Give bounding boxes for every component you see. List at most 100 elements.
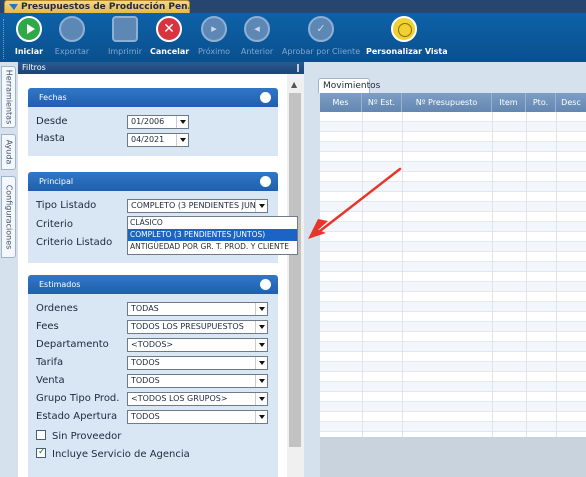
principal-group-header[interactable]: Principal — [28, 172, 278, 191]
fees-label: Fees — [36, 321, 59, 332]
table-row[interactable] — [320, 122, 586, 132]
venta-select[interactable]: TODOS — [127, 374, 268, 388]
side-tab-ayuda[interactable]: Ayuda — [1, 134, 16, 170]
chevron-down-icon — [176, 116, 188, 128]
imprimir-button[interactable]: Imprimir — [106, 16, 144, 60]
column-header-pto[interactable]: Pto. — [526, 93, 556, 112]
table-row[interactable] — [320, 112, 586, 122]
column-header-nro-presupuesto[interactable]: Nº Presupuesto — [402, 93, 492, 112]
table-row[interactable] — [320, 372, 586, 382]
table-row[interactable] — [320, 402, 586, 412]
column-header-item[interactable]: Item — [492, 93, 526, 112]
hasta-select[interactable]: 04/2021 — [127, 133, 189, 147]
movimientos-grid: Mes Nº Est. Nº Presupuesto Item Pto. Des… — [320, 93, 586, 477]
venta-label: Venta — [36, 375, 65, 386]
personalizar-vista-button[interactable]: Personalizar Vista — [366, 16, 448, 60]
tipo-listado-select[interactable]: COMPLETO (3 PENDIENTES JUNTOS) — [127, 199, 268, 213]
app-window: Presupuestos de Producción Pen... Inicia… — [0, 0, 586, 477]
estado-apertura-select[interactable]: TODOS — [127, 410, 268, 424]
column-header-mes[interactable]: Mes — [320, 93, 362, 112]
iniciar-label: Iniciar — [14, 47, 44, 56]
fechas-title: Fechas — [39, 93, 67, 102]
grid-column-divider — [526, 112, 527, 437]
dropdown-option[interactable]: ANTIGÜEDAD POR GR. T. PROD. Y CLIENTE — [128, 241, 297, 253]
filtros-scrollbar[interactable]: ▲ — [287, 74, 304, 477]
exportar-button[interactable]: Exportar — [50, 16, 94, 60]
table-row[interactable] — [320, 132, 586, 142]
table-row[interactable] — [320, 362, 586, 372]
fees-select[interactable]: TODOS LOS PRESUPUESTOS — [127, 320, 268, 334]
table-row[interactable] — [320, 412, 586, 422]
grid-column-divider — [362, 112, 363, 437]
estimados-group: Estimados Ordenes TODAS Fees TODOS LOS P… — [28, 275, 278, 477]
sin-proveedor-label: Sin Proveedor — [52, 431, 122, 442]
chevron-down-icon — [255, 339, 267, 351]
departamento-select[interactable]: <TODOS> — [127, 338, 268, 352]
table-row[interactable] — [320, 142, 586, 152]
table-row[interactable] — [320, 332, 586, 342]
table-row[interactable] — [320, 342, 586, 352]
estimados-group-header[interactable]: Estimados — [28, 275, 278, 294]
table-row[interactable] — [320, 282, 586, 292]
dropdown-option-selected[interactable]: COMPLETO (3 PENDIENTES JUNTOS) — [128, 229, 297, 241]
tab-movimientos[interactable]: Movimientos — [318, 78, 380, 93]
incluye-servicio-agencia-checkbox[interactable]: Incluye Servicio de Agencia — [36, 447, 190, 460]
title-bar: Presupuestos de Producción Pen... — [0, 0, 586, 13]
column-header-desc[interactable]: Desc — [556, 93, 586, 112]
estado-apertura-value: TODOS — [131, 412, 160, 421]
table-row[interactable] — [320, 152, 586, 162]
estimados-title: Estimados — [39, 280, 81, 289]
grid-header: Mes Nº Est. Nº Presupuesto Item Pto. Des… — [320, 93, 586, 112]
sin-proveedor-checkbox[interactable]: Sin Proveedor — [36, 430, 121, 442]
proximo-button[interactable]: ▸ Próximo — [194, 16, 234, 60]
table-row[interactable] — [320, 292, 586, 302]
grupo-tipo-prod-select[interactable]: <TODOS LOS GRUPOS> — [127, 392, 268, 406]
grupo-tipo-prod-value: <TODOS LOS GRUPOS> — [131, 394, 228, 403]
tipo-listado-value: COMPLETO (3 PENDIENTES JUNTOS) — [131, 201, 268, 210]
collapse-icon[interactable] — [260, 176, 271, 187]
collapse-icon[interactable] — [260, 92, 271, 103]
document-tab[interactable]: Presupuestos de Producción Pen... — [4, 0, 190, 13]
filtros-title: Filtros — [22, 63, 46, 72]
tipo-listado-dropdown-list: CLÁSICO COMPLETO (3 PENDIENTES JUNTOS) A… — [127, 216, 298, 255]
desde-label: Desde — [36, 116, 68, 127]
grid-column-divider — [492, 112, 493, 437]
table-row[interactable] — [320, 262, 586, 272]
column-header-nro-est[interactable]: Nº Est. — [362, 93, 402, 112]
table-row[interactable] — [320, 392, 586, 402]
aprobar-por-cliente-button[interactable]: ✓ Aprobar por Cliente — [281, 16, 361, 60]
scroll-up-icon[interactable]: ▲ — [291, 80, 297, 89]
hasta-label: Hasta — [36, 133, 65, 144]
table-row[interactable] — [320, 322, 586, 332]
collapse-icon[interactable] — [260, 279, 271, 290]
table-row[interactable] — [320, 272, 586, 282]
table-row[interactable] — [320, 312, 586, 322]
grid-column-divider — [402, 112, 403, 437]
table-row[interactable] — [320, 302, 586, 312]
anterior-button[interactable]: ◂ Anterior — [238, 16, 276, 60]
ordenes-select[interactable]: TODAS — [127, 302, 268, 316]
approve-icon: ✓ — [308, 16, 334, 42]
side-tab-herramientas[interactable]: Herramientas — [1, 66, 16, 128]
fechas-group-body: Desde 01/2006 Hasta 04/2021 — [28, 107, 278, 156]
tarifa-select[interactable]: TODOS — [127, 356, 268, 370]
table-row[interactable] — [320, 352, 586, 362]
toolbar-grip[interactable] — [3, 19, 6, 59]
checkbox-checked-icon — [36, 447, 46, 458]
side-tab-configuraciones[interactable]: Configuraciones — [1, 176, 16, 258]
fechas-group-header[interactable]: Fechas — [28, 88, 278, 107]
table-row[interactable] — [320, 252, 586, 262]
hasta-value: 04/2021 — [131, 135, 165, 144]
scrollbar-thumb[interactable] — [289, 93, 301, 447]
table-row[interactable] — [320, 422, 586, 432]
customize-view-icon — [391, 16, 417, 42]
grid-body[interactable] — [320, 112, 586, 437]
pin-icon[interactable]: ‖ — [296, 62, 300, 74]
checkbox-icon — [36, 430, 46, 440]
iniciar-button[interactable]: Iniciar — [14, 16, 44, 60]
proximo-label: Próximo — [197, 47, 231, 56]
cancelar-button[interactable]: ✕ Cancelar — [150, 16, 189, 60]
desde-select[interactable]: 01/2006 — [127, 115, 189, 129]
table-row[interactable] — [320, 382, 586, 392]
dropdown-option[interactable]: CLÁSICO — [128, 217, 297, 229]
